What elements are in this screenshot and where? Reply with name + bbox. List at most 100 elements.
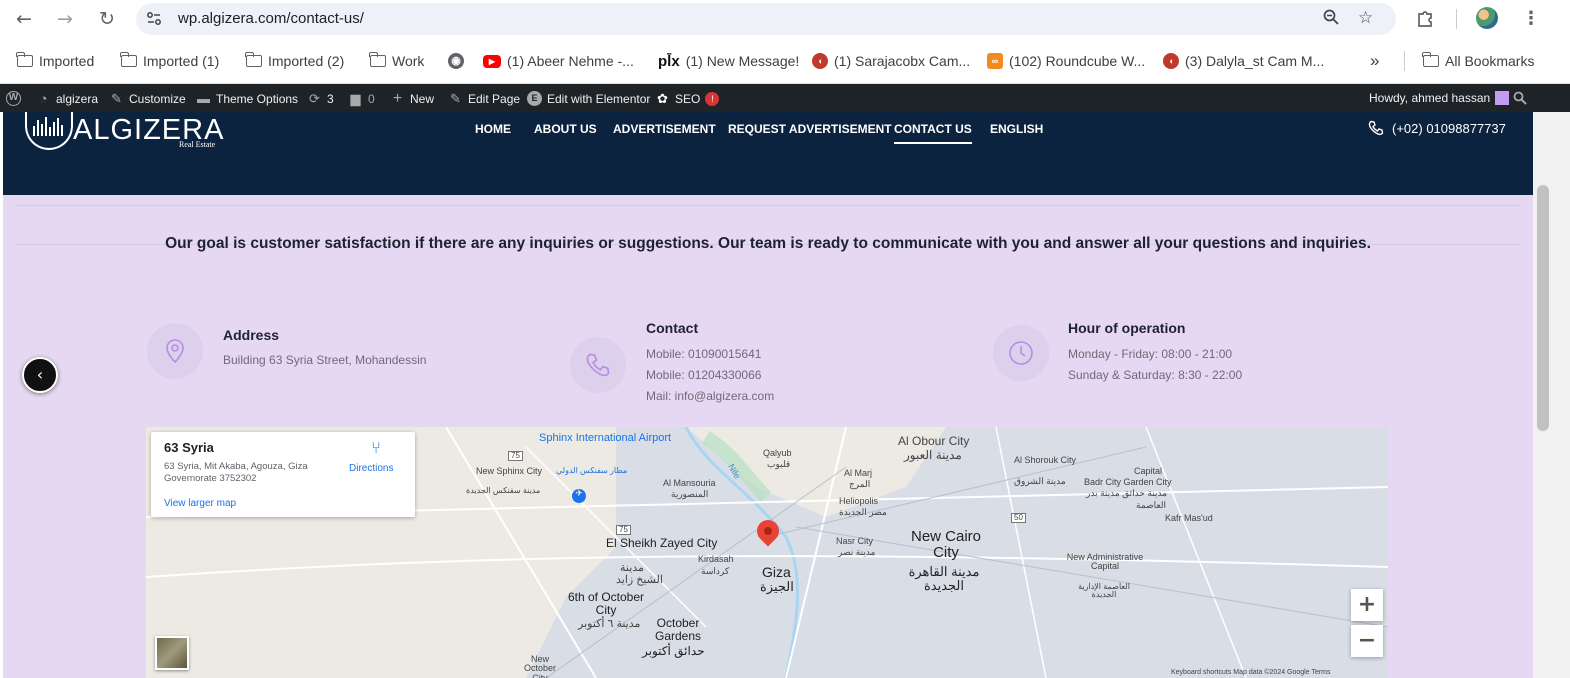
forward-arrow-icon[interactable]: → (53, 7, 77, 31)
directions-link[interactable]: Directions (349, 463, 393, 474)
adminbar-search-icon[interactable] (1513, 91, 1527, 105)
map-label-badr: Badr City Garden City (1084, 477, 1172, 487)
map-label-asima: العاصمة (1136, 500, 1166, 510)
phone-icon (1368, 120, 1384, 136)
bookmark-label: (3) Dalyla_st Cam M... (1185, 53, 1325, 69)
logo-skyline (33, 116, 67, 136)
contact-mobile-1[interactable]: Mobile: 01090015641 (646, 347, 761, 361)
elementor-icon: E (527, 91, 542, 106)
map-label-october-gardens-ar: حدائق أكتوبر (642, 644, 705, 658)
bookmark-dalyla[interactable]: ◖ (3) Dalyla_st Cam M... (1163, 51, 1324, 71)
site-info-icon[interactable] (146, 11, 162, 27)
zoom-in-button[interactable]: + (1351, 589, 1383, 621)
road-shield-75: 75 (508, 451, 523, 462)
pencil-icon: ✎ (450, 91, 461, 106)
adminbar-seo[interactable]: ✿ SEO ! (655, 91, 720, 106)
map-label-obour-ar: مدينة العبور (904, 448, 962, 462)
extensions-puzzle-icon[interactable] (1416, 8, 1436, 33)
adminbar-edit-page-label: Edit Page (468, 91, 521, 106)
adminbar-howdy[interactable]: Howdy, ahmed hassan (1369, 91, 1510, 105)
bookmark-new-message[interactable]: pl̄x (1) New Message! (658, 51, 799, 71)
hours-weekend: Sunday & Saturday: 8:30 - 22:00 (1068, 368, 1243, 382)
menu-contact-us[interactable]: CONTACT US (894, 122, 972, 144)
map-label-sphinx-airport: Sphinx International Airport (539, 432, 672, 444)
scrollbar-thumb[interactable] (1537, 185, 1549, 431)
road-shield-50: 50 (1011, 513, 1026, 524)
map-label-kirdasah-ar: كرداسة (701, 566, 730, 576)
zoom-magnifier-icon[interactable] (1322, 8, 1340, 31)
bookmark-label: Imported (1) (143, 53, 220, 69)
plx-icon: pl̄x (658, 52, 680, 70)
map-label-capital: Capital (1134, 466, 1163, 476)
more-bookmarks-button[interactable]: » (1370, 51, 1379, 71)
map-label-sixth-october-ar: مدينة ٦ أكتوبر (578, 618, 641, 630)
menu-home[interactable]: HOME (475, 122, 511, 136)
hours-title: Hour of operation (1068, 320, 1186, 336)
adminbar-site-label: algizera (56, 91, 99, 106)
bookmark-imported-2[interactable]: Imported (2) (245, 51, 344, 71)
brush-icon: ✎ (111, 91, 122, 106)
bookmark-globe[interactable]: ◉ (448, 51, 464, 71)
bookmark-roundcube[interactable]: ∞ (102) Roundcube W... (987, 51, 1145, 71)
bookmark-star-icon[interactable]: ☆ (1358, 8, 1373, 28)
adminbar-elementor[interactable]: E Edit with Elementor (527, 91, 650, 106)
profile-avatar[interactable] (1476, 7, 1498, 29)
adminbar-customize[interactable]: ✎ Customize (109, 91, 186, 106)
bookmark-label: (1) New Message! (685, 53, 800, 69)
bookmark-imported[interactable]: Imported (16, 51, 94, 71)
map-label-new-october: New October City (523, 654, 556, 678)
contact-mobile-2[interactable]: Mobile: 01204330066 (646, 368, 761, 382)
map-attribution[interactable]: Keyboard shortcuts Map data ©2024 Google… (1171, 669, 1331, 676)
bookmark-youtube[interactable]: ▶ (1) Abeer Nehme -... (483, 51, 634, 71)
adminbar-customize-label: Customize (129, 91, 186, 106)
adminbar-edit-page[interactable]: ✎ Edit Page (448, 91, 520, 106)
seo-gear-icon: ✿ (657, 91, 668, 106)
adminbar-elementor-label: Edit with Elementor (547, 91, 651, 106)
folder-icon (369, 52, 386, 67)
chaturbate-icon: ◖ (1163, 53, 1179, 69)
bookmark-imported-1[interactable]: Imported (1) (120, 51, 220, 71)
reload-icon[interactable]: ↻ (95, 7, 119, 31)
contact-mail[interactable]: Mail: info@algizera.com (646, 389, 774, 403)
site-header: ALGIZERA Real Estate HOME ABOUT US ADVER… (3, 112, 1533, 195)
google-map[interactable]: Sphinx International Airport مطار سفنكس … (146, 427, 1388, 678)
adminbar-theme-options[interactable]: ▬ Theme Options (196, 91, 298, 106)
url-text[interactable]: wp.algizera.com/contact-us/ (178, 10, 364, 27)
map-place-card: 63 Syria 63 Syria, Mit Akaba, Agouza, Gi… (151, 432, 415, 517)
map-label-heliopolis-ar: مصر الجديدة (839, 507, 887, 517)
browser-menu-icon[interactable]: ⋮ (1522, 8, 1540, 29)
bookmark-label: (102) Roundcube W... (1009, 53, 1146, 69)
header-phone[interactable]: (+02) 01098877737 (1368, 120, 1506, 136)
bookmark-sarajacobx[interactable]: ◖ (1) Sarajacobx Cam... (812, 51, 970, 71)
menu-english[interactable]: ENGLISH (990, 122, 1043, 136)
zoom-out-button[interactable]: − (1351, 625, 1383, 657)
map-label-sphinx-airport-ar: مطار سفنكس الدولي (556, 466, 628, 475)
menu-about-us[interactable]: ABOUT US (534, 122, 597, 136)
bookmark-label: (1) Abeer Nehme -... (507, 53, 634, 69)
map-label-sixth-october: 6th of October City (567, 590, 645, 617)
hours-weekdays: Monday - Friday: 08:00 - 21:00 (1068, 347, 1233, 361)
address-line: Building 63 Syria Street, Mohandessin (223, 353, 427, 367)
view-larger-map-link[interactable]: View larger map (164, 498, 236, 509)
bookmark-work[interactable]: Work (369, 51, 424, 71)
menu-advertisement[interactable]: ADVERTISEMENT (613, 122, 716, 136)
adminbar-site[interactable]: ◔ algizera (36, 91, 98, 106)
all-bookmarks[interactable]: All Bookmarks (1422, 51, 1534, 71)
wordpress-logo-icon[interactable]: W (6, 91, 21, 106)
directions-icon[interactable]: ⑂ (366, 440, 386, 458)
address-title: Address (223, 327, 280, 343)
menu-request-advertisement[interactable]: REQUEST ADVERTISEMENT (728, 122, 892, 136)
adminbar-new[interactable]: + New (390, 91, 434, 107)
adminbar-comments[interactable]: ▆ 0 (348, 91, 375, 106)
adminbar-seo-label: SEO (675, 91, 701, 106)
chevron-left-icon[interactable]: ‹ (22, 357, 58, 393)
wp-admin-bar: W ◔ algizera ✎ Customize ▬ Theme Options… (0, 84, 1570, 112)
adminbar-updates[interactable]: ⟳ 3 (307, 91, 334, 106)
folder-icon (245, 52, 262, 67)
back-arrow-icon[interactable]: ← (12, 7, 36, 31)
satellite-toggle[interactable] (155, 636, 189, 670)
comments-count: 0 (368, 91, 375, 106)
address-bar[interactable]: wp.algizera.com/contact-us/ ☆ (136, 3, 1396, 35)
folder-icon (16, 52, 33, 67)
map-label-madinat: مدينة (620, 562, 644, 574)
